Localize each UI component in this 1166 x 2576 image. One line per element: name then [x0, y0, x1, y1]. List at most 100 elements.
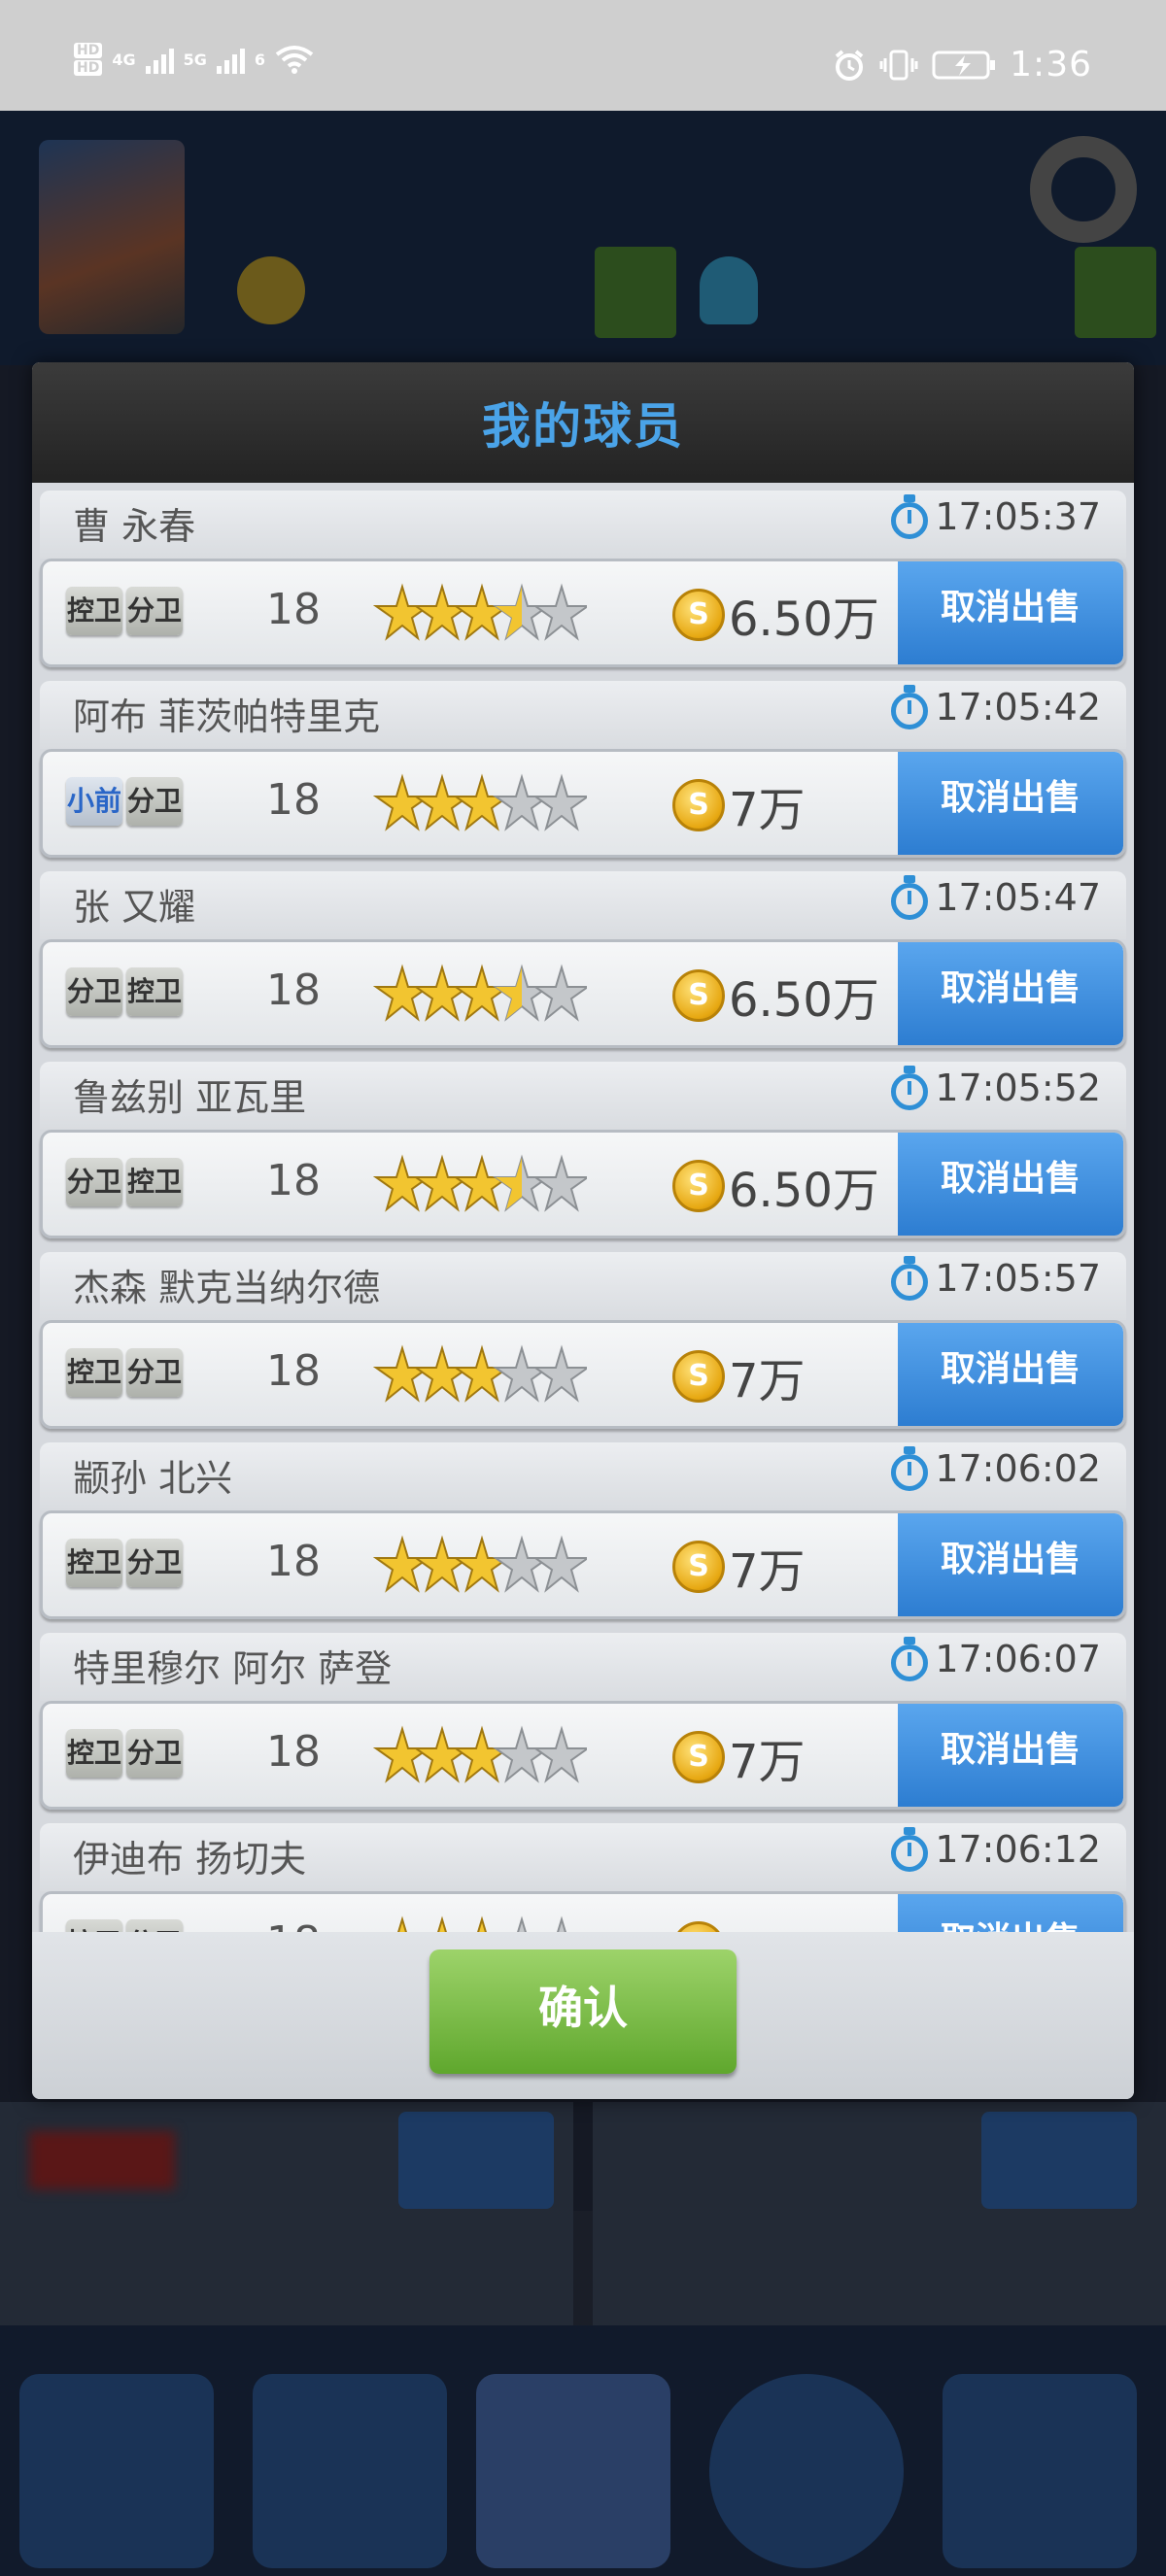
player-row: 杰森 默克当纳尔德 17:05:57 控卫 分卫 18 S 7万 取消出售	[40, 1252, 1126, 1442]
position-badge: 小前	[66, 777, 122, 826]
star-half-icon	[492, 1154, 552, 1212]
player-price: S 6.50万	[672, 581, 879, 649]
stopwatch-icon	[890, 1827, 929, 1872]
star-empty-icon	[517, 1915, 527, 1932]
star-full-icon	[477, 1915, 487, 1932]
position-badge: 分卫	[126, 587, 183, 635]
clock: 1:36	[1010, 45, 1092, 85]
player-name-bar: 曹 永春 17:05:37	[40, 491, 1126, 559]
position-badge: 控卫	[66, 587, 122, 635]
star-rating	[372, 964, 592, 1022]
star-rating	[372, 773, 592, 831]
star-rating	[372, 1725, 592, 1783]
player-age: 18	[266, 1727, 321, 1777]
star-rating	[372, 1154, 592, 1212]
position-badge: 控卫	[66, 1539, 122, 1587]
sale-timer: 17:06:02	[890, 1446, 1101, 1491]
dialog-footer: 确认	[32, 1932, 1134, 2099]
bg-card-button	[981, 2112, 1137, 2209]
coin-icon: S	[672, 779, 725, 831]
cancel-sale-button[interactable]: 取消出售	[898, 942, 1123, 1045]
player-name-bar: 颛孙 北兴 17:06:02	[40, 1442, 1126, 1510]
star-full-icon	[412, 964, 472, 1022]
star-empty-icon	[532, 583, 592, 641]
team-logo	[39, 140, 185, 334]
bg-card-button	[398, 2112, 554, 2209]
cancel-sale-button[interactable]: 取消出售	[898, 1323, 1123, 1426]
hd-badge: HD	[74, 60, 103, 76]
star-empty-icon	[532, 773, 592, 831]
star-full-icon	[372, 964, 432, 1022]
cancel-sale-button[interactable]: 取消出售	[898, 1894, 1123, 1932]
status-bar: HD HD 4G 5G 6 1:36	[0, 0, 1166, 111]
coin-icon: S	[672, 589, 725, 641]
sale-time: 17:05:37	[935, 495, 1101, 538]
stars-container	[372, 1533, 592, 1595]
player-price: S7万	[672, 771, 806, 839]
player-info-bar: 分卫 控卫 18 S 6.50万 取消出售	[40, 1130, 1126, 1238]
position-badge: 控卫	[66, 1729, 122, 1778]
cancel-sale-button[interactable]: 取消出售	[898, 1133, 1123, 1236]
star-empty-icon	[532, 1725, 592, 1783]
cancel-sale-button[interactable]: 取消出售	[898, 752, 1123, 855]
position-badge: 分卫	[126, 1539, 183, 1587]
star-rating	[397, 1915, 566, 1932]
star-full-icon	[372, 1154, 432, 1212]
star-full-icon	[452, 1344, 512, 1403]
star-empty-icon	[557, 1915, 566, 1932]
stars-container	[373, 1914, 587, 1932]
player-name-bar: 鲁兹别 亚瓦里 17:05:52	[40, 1062, 1126, 1130]
stopwatch-icon	[890, 1256, 929, 1301]
coin-icon: S	[672, 1160, 725, 1212]
player-price: S7万	[672, 1342, 806, 1410]
player-age: 18	[266, 1537, 321, 1586]
player-price: S7万	[672, 1914, 806, 1932]
coin-icon: S	[672, 1350, 725, 1403]
star-empty-icon	[492, 1725, 552, 1783]
stars-container	[372, 1723, 592, 1785]
cancel-sale-button[interactable]: 取消出售	[898, 561, 1123, 664]
cancel-sale-button[interactable]: 取消出售	[898, 1513, 1123, 1616]
player-price: S7万	[672, 1533, 806, 1601]
player-info-bar: 控卫分卫 18 S7万 取消出售	[40, 1320, 1126, 1429]
coin-icon: S	[672, 1541, 725, 1593]
sale-timer: 17:05:37	[890, 494, 1101, 539]
position-badge: 分卫	[66, 967, 122, 1016]
stopwatch-icon	[890, 685, 929, 729]
nav-item	[19, 2374, 214, 2568]
star-rating	[372, 1344, 592, 1403]
player-row: 伊迪布 扬切夫 17:06:12 控卫分卫 18 S 7万 取消出售	[40, 1823, 1126, 1932]
player-name-bar: 张 又耀 17:05:47	[40, 871, 1126, 939]
my-players-dialog: 我的球员 曹 永春 17:05:37 控卫 分卫 18 S 6.50万 取消出售 阿布 菲茨帕特…	[32, 362, 1134, 2099]
star-full-icon	[372, 583, 432, 641]
stopwatch-icon	[890, 1446, 929, 1491]
star-full-icon	[397, 1915, 407, 1932]
star-full-icon	[452, 1154, 512, 1212]
hd-badge: HD	[74, 43, 103, 58]
star-full-icon	[412, 1344, 472, 1403]
confirm-button[interactable]: 确认	[429, 1949, 737, 2074]
status-right: 1:36	[833, 45, 1092, 85]
player-row: 阿布 菲茨帕特里克 17:05:42 小前 分卫 18 S 7万 取消出售	[40, 681, 1126, 871]
nav-item	[253, 2374, 447, 2568]
dialog-title: 我的球员	[482, 398, 684, 455]
player-age: 18	[266, 1346, 321, 1396]
sale-time: 17:05:42	[935, 686, 1101, 729]
player-age: 18	[266, 1917, 321, 1932]
sale-time: 17:05:52	[935, 1067, 1101, 1109]
player-name: 曹 永春	[73, 505, 196, 548]
cancel-sale-button[interactable]: 取消出售	[898, 1704, 1123, 1807]
player-name: 伊迪布 扬切夫	[73, 1838, 307, 1881]
position-badge: 控卫	[126, 1158, 183, 1206]
star-full-icon	[412, 1535, 472, 1593]
star-half-icon	[492, 964, 552, 1022]
star-full-icon	[452, 583, 512, 641]
player-list[interactable]: 曹 永春 17:05:37 控卫 分卫 18 S 6.50万 取消出售 阿布 菲茨帕特里克 17:…	[32, 483, 1134, 1932]
coin-icon: S	[672, 1921, 725, 1932]
player-row: 曹 永春 17:05:37 控卫 分卫 18 S 6.50万 取消出售	[40, 491, 1126, 681]
position-badge: 控卫	[66, 1919, 122, 1932]
player-info-bar: 小前 分卫 18 S 7万 取消出售	[40, 749, 1126, 858]
position-badge: 控卫	[126, 967, 183, 1016]
sale-timer: 17:06:07	[890, 1637, 1101, 1681]
player-row: 鲁兹别 亚瓦里 17:05:52 分卫 控卫 18 S 6.50万 取消出售	[40, 1062, 1126, 1252]
